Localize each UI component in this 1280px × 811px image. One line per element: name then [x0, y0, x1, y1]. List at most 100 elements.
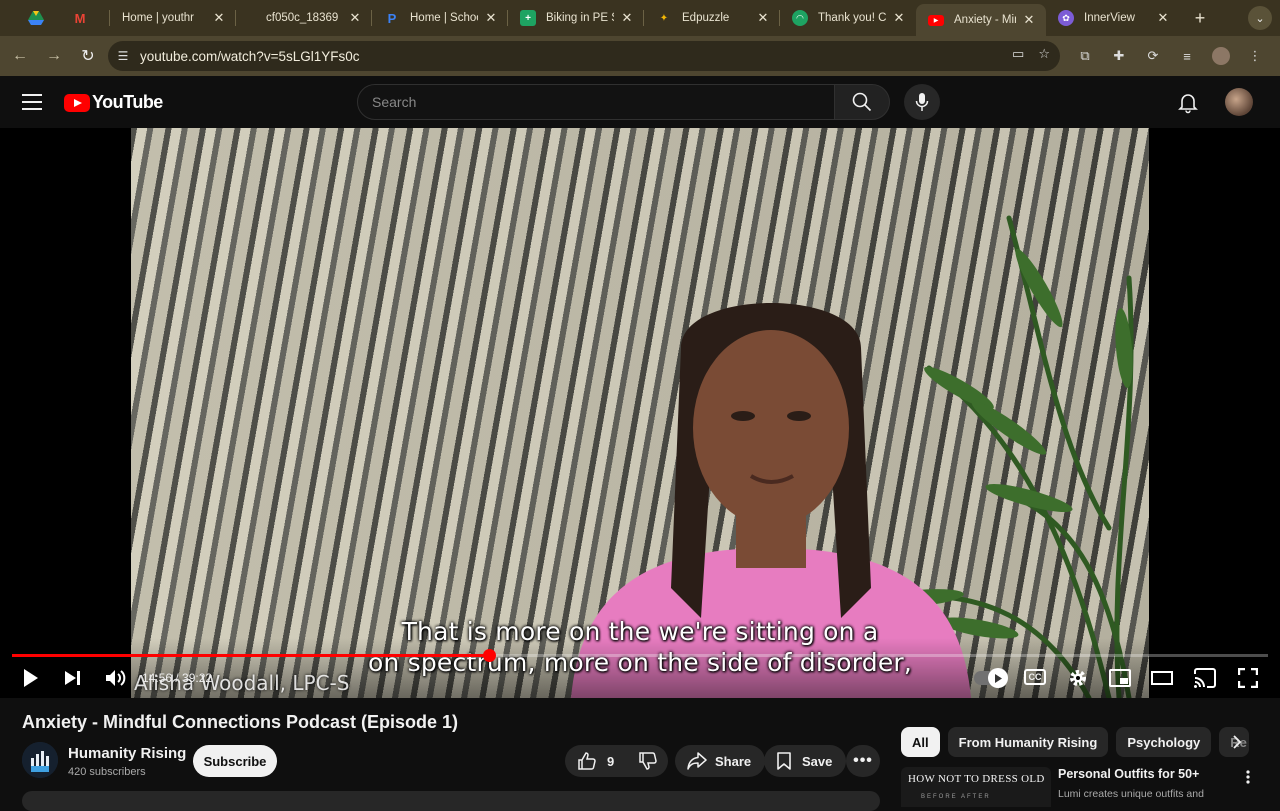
extensions-puzzle-icon[interactable]: ✚: [1106, 44, 1132, 68]
edpuzzle-icon: ✦: [659, 12, 669, 24]
miniplayer-icon[interactable]: [1108, 666, 1132, 690]
related-filter-chips: All From Humanity Rising Psychology Re: [901, 727, 1250, 757]
next-track-icon: [65, 671, 80, 685]
chip-from-channel[interactable]: From Humanity Rising: [947, 727, 1109, 757]
play-icon: [24, 669, 38, 687]
settings-gear-icon[interactable]: [1066, 666, 1090, 690]
youtube-icon: ▶: [928, 14, 944, 26]
site-settings-icon[interactable]: ☰: [112, 45, 134, 67]
search-box: [357, 84, 835, 120]
close-icon[interactable]: ✕: [620, 10, 634, 26]
time-display: 14:56 / 39:22: [142, 671, 213, 685]
video-player[interactable]: That is more on the we're sitting on a o…: [0, 128, 1280, 698]
dislike-button[interactable]: [626, 745, 670, 777]
youtube-header: YouTube: [0, 76, 1280, 128]
recommendation-title[interactable]: Personal Outfits for 50+: [1058, 767, 1199, 781]
account-avatar[interactable]: [1225, 88, 1253, 116]
translate-icon[interactable]: ⧉: [1072, 44, 1098, 68]
autoplay-play-icon: [988, 668, 1008, 688]
new-tab-button[interactable]: +: [1186, 8, 1214, 29]
thumbs-down-icon: [639, 752, 657, 770]
hamburger-menu-icon[interactable]: [22, 94, 42, 110]
close-icon[interactable]: ✕: [212, 10, 226, 26]
extensions-area: ⧉ ✚ ⟳ ≡ ⋮: [1072, 44, 1268, 68]
address-bar[interactable]: ☰ youtube.com/watch?v=5sLGl1YFs0c ▭ ☆: [108, 41, 1060, 71]
thumbs-up-icon: [578, 752, 596, 770]
back-button[interactable]: ←: [4, 40, 36, 72]
tab-search-button[interactable]: ⌄: [1248, 6, 1272, 30]
close-icon[interactable]: ✕: [756, 10, 770, 26]
tab-gmail[interactable]: M: [58, 0, 110, 36]
more-actions-button[interactable]: •••: [846, 745, 880, 777]
profile-avatar-icon[interactable]: [1212, 47, 1230, 65]
youtube-logo[interactable]: YouTube: [64, 92, 163, 113]
autoplay-toggle[interactable]: [974, 668, 1008, 688]
tab-biking[interactable]: + Biking in PE SI ✕: [508, 0, 644, 36]
sheets-icon: +: [520, 10, 536, 26]
browser-tab-strip: M Home | youthr ✕ cf050c_18369 ✕ P Home …: [0, 0, 1280, 36]
theater-mode-icon[interactable]: [1150, 666, 1174, 690]
share-arrow-icon: [687, 752, 707, 770]
play-button[interactable]: [20, 666, 42, 690]
microphone-icon: [915, 93, 929, 111]
bookmark-icon: [777, 752, 791, 770]
reload-button[interactable]: ↻: [72, 40, 104, 72]
green-circle-icon: ◠: [792, 10, 808, 26]
tab-home-youth[interactable]: Home | youthr ✕: [110, 0, 236, 36]
volume-icon: [106, 670, 126, 686]
chrome-menu-icon[interactable]: ⋮: [1242, 44, 1268, 68]
close-icon[interactable]: ✕: [484, 10, 498, 26]
tab-google-drive[interactable]: [0, 0, 58, 36]
voice-search-button[interactable]: [904, 84, 940, 120]
forward-button[interactable]: →: [38, 40, 70, 72]
share-button[interactable]: Share: [675, 745, 766, 777]
tab-anxiety-active[interactable]: ▶ Anxiety - Mind ✕: [916, 4, 1046, 36]
youtube-play-logo-icon: [64, 93, 90, 112]
close-icon[interactable]: ✕: [348, 10, 362, 26]
search-button[interactable]: [834, 84, 890, 120]
search-input[interactable]: [358, 85, 834, 119]
recommendation-description: Lumi creates unique outfits and: [1058, 788, 1204, 800]
description-box[interactable]: [22, 791, 880, 811]
captions-cc-icon[interactable]: CC: [1024, 669, 1046, 685]
video-frame: [131, 128, 1149, 698]
channel-avatar[interactable]: [22, 742, 58, 778]
close-icon[interactable]: ✕: [892, 10, 906, 26]
like-count: 9: [607, 753, 615, 769]
cast-icon[interactable]: [1192, 666, 1218, 690]
close-icon[interactable]: ✕: [1156, 10, 1170, 26]
notifications-bell-icon[interactable]: [1176, 90, 1200, 114]
tab-edpuzzle[interactable]: ✦ Edpuzzle ✕: [644, 0, 780, 36]
fullscreen-icon[interactable]: [1236, 666, 1260, 690]
progress-bar[interactable]: [12, 649, 1268, 662]
chevron-right-icon[interactable]: [1228, 733, 1246, 751]
channel-name[interactable]: Humanity Rising: [68, 745, 186, 762]
progress-fill: [12, 654, 490, 657]
p-icon: P: [387, 10, 397, 26]
close-icon[interactable]: ✕: [1022, 12, 1036, 28]
gmail-icon: M: [74, 10, 86, 26]
reading-list-icon[interactable]: ≡: [1174, 44, 1200, 68]
like-button[interactable]: 9: [565, 745, 626, 777]
subscribe-button[interactable]: Subscribe: [193, 745, 277, 777]
more-horizontal-icon: •••: [853, 752, 873, 769]
save-button[interactable]: Save: [764, 745, 847, 777]
next-button[interactable]: [62, 666, 84, 690]
search-icon: [852, 92, 872, 112]
like-dislike-pill: 9: [565, 745, 668, 777]
caption-line-1: That is more on the we're sitting on a: [401, 617, 879, 646]
tab-innerview[interactable]: ✿ InnerView ✕: [1046, 0, 1180, 36]
bookmark-star-icon[interactable]: ☆: [1038, 46, 1050, 62]
tab-cf050c[interactable]: cf050c_18369 ✕: [236, 0, 372, 36]
more-vertical-icon[interactable]: [1240, 769, 1256, 785]
install-app-icon[interactable]: ▭: [1012, 46, 1024, 62]
tab-home-school[interactable]: P Home | School ✕: [372, 0, 508, 36]
extension-icon[interactable]: ⟳: [1140, 44, 1166, 68]
chip-psychology[interactable]: Psychology: [1116, 727, 1212, 757]
video-title: Anxiety - Mindful Connections Podcast (E…: [22, 712, 459, 732]
url-text: youtube.com/watch?v=5sLGl1YFs0c: [140, 48, 360, 64]
chip-all[interactable]: All: [901, 727, 940, 757]
volume-button[interactable]: [104, 666, 128, 690]
recommendation-thumbnail[interactable]: HOW NOT TO DRESS OLD BEFORE AFTER: [901, 767, 1051, 807]
tab-thank-you[interactable]: ◠ Thank you! Cr ✕: [780, 0, 916, 36]
